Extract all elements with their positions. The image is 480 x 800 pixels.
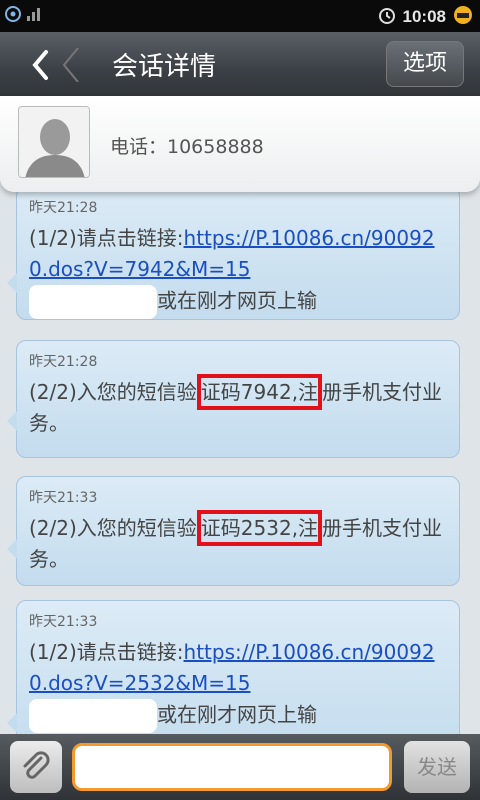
message-bubble[interactable]: 昨天21:28 (1/2)请点击链接:https://P.10086.cn/90… — [7, 192, 460, 320]
signal-icon — [26, 6, 42, 26]
message-time: 昨天21:33 — [29, 614, 98, 630]
back-chevron-icon — [32, 48, 79, 82]
message-time: 昨天21:28 — [29, 354, 98, 370]
message-text: (2/2)入您的短信验 证码2532,注 册手机支付业务。 — [29, 510, 447, 575]
verification-code-highlight: 证码7942,注 — [196, 374, 323, 410]
battery-icon — [452, 4, 474, 30]
redaction-mark — [29, 285, 157, 319]
message-text: (1/2)请点击链接:https://P.10086.cn/900920.dos… — [29, 637, 447, 733]
message-bubble[interactable]: 昨天21:28 (2/2)入您的短信验 证码7942,注 册手机支付业务。 — [7, 340, 460, 458]
paperclip-icon — [23, 751, 50, 779]
status-bar: 10:08 — [0, 0, 480, 32]
message-time: 昨天21:33 — [29, 490, 98, 506]
attach-button[interactable] — [10, 741, 62, 793]
message-text: (2/2)入您的短信验 证码7942,注 册手机支付业务。 — [29, 374, 447, 439]
message-bubble[interactable]: 昨天21:33 (1/2)请点击链接:https://P.10086.cn/90… — [7, 600, 460, 734]
options-button[interactable]: 选项 — [386, 41, 464, 87]
notification-icon — [4, 5, 22, 27]
clock: 10:08 — [402, 7, 446, 26]
message-bubble[interactable]: 昨天21:33 (2/2)入您的短信验 证码2532,注 册手机支付业务。 — [7, 476, 460, 586]
send-button[interactable]: 发送 — [404, 741, 470, 793]
page-title: 会话详情 — [112, 52, 217, 82]
message-time: 昨天21:28 — [29, 200, 98, 216]
verification-code-highlight: 证码2532,注 — [196, 510, 323, 546]
back-button[interactable] — [0, 32, 92, 96]
avatar[interactable] — [18, 106, 90, 178]
message-prefix: (1/2)请点击链接: — [29, 226, 184, 250]
message-text: (1/2)请点击链接:https://P.10086.cn/900920.dos… — [29, 223, 447, 319]
message-prefix: (1/2)请点击链接: — [29, 640, 184, 664]
redaction-mark — [29, 699, 157, 733]
message-part: (2/2)入您的短信验 — [29, 380, 197, 404]
contact-header: 电话：10658888 — [0, 96, 480, 192]
person-silhouette-icon — [19, 107, 89, 177]
message-list[interactable]: 昨天21:28 (1/2)请点击链接:https://P.10086.cn/90… — [0, 192, 480, 734]
contact-phone: 电话：10658888 — [110, 136, 264, 158]
alarm-icon — [377, 5, 397, 29]
message-part: (2/2)入您的短信验 — [29, 516, 197, 540]
message-input[interactable] — [72, 743, 392, 791]
composer-bar: 发送 — [0, 734, 480, 800]
message-suffix: 或在刚才网页上输 — [157, 288, 317, 313]
message-suffix: 或在刚才网页上输 — [157, 702, 317, 727]
title-bar: 会话详情 选项 — [0, 32, 480, 96]
